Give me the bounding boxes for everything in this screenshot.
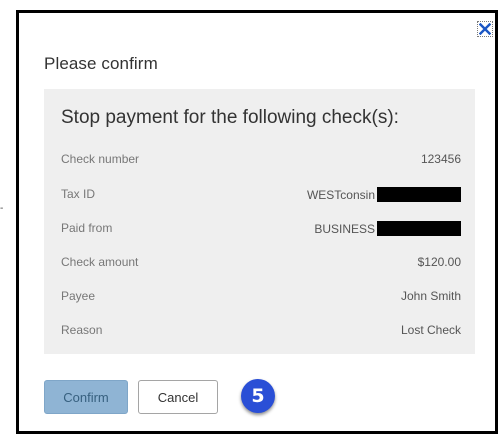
detail-value-text: WESTconsin — [306, 187, 375, 202]
step-number-badge: 5 — [241, 379, 275, 413]
redaction-bar — [377, 221, 461, 236]
detail-row-reason: Reason Lost Check — [61, 323, 461, 339]
check-details-panel: Stop payment for the following check(s):… — [44, 89, 475, 354]
detail-value-text: Lost Check — [400, 323, 461, 337]
detail-label: Check amount — [61, 255, 139, 269]
detail-label: Paid from — [61, 221, 113, 235]
dialog-title: Please confirm — [44, 54, 158, 73]
detail-value: John Smith — [401, 289, 461, 303]
screenshot-stage: - Please confirm Stop payment for the fo… — [0, 0, 502, 438]
close-icon[interactable] — [477, 21, 493, 37]
detail-value: BUSINESS — [314, 221, 461, 236]
detail-row-paid-from: Paid from BUSINESS — [61, 221, 461, 237]
confirm-button[interactable]: Confirm — [44, 380, 128, 414]
detail-value-text: $120.00 — [417, 255, 461, 269]
detail-value-text: BUSINESS — [314, 221, 375, 236]
detail-value: Lost Check — [401, 323, 461, 337]
close-x-glyph — [479, 23, 491, 35]
detail-label: Tax ID — [61, 187, 96, 201]
edge-marker: - — [0, 203, 4, 214]
detail-row-payee: Payee John Smith — [61, 289, 461, 305]
detail-label: Payee — [61, 289, 96, 303]
detail-value: $120.00 — [418, 255, 461, 269]
detail-row-tax-id: Tax ID WESTconsin — [61, 187, 461, 203]
detail-row-check-number: Check number 123456 — [61, 152, 461, 168]
detail-value: WESTconsin — [307, 187, 461, 202]
redaction-bar — [377, 187, 461, 202]
detail-value-text: John Smith — [400, 289, 461, 303]
detail-label: Check number — [61, 152, 140, 166]
detail-value-text: 123456 — [420, 152, 461, 166]
detail-label: Reason — [61, 323, 103, 337]
detail-row-check-amount: Check amount $120.00 — [61, 255, 461, 271]
cancel-button[interactable]: Cancel — [138, 380, 218, 414]
panel-heading: Stop payment for the following check(s): — [61, 107, 399, 128]
detail-value: 123456 — [421, 152, 461, 166]
confirm-dialog: Please confirm Stop payment for the foll… — [16, 10, 498, 434]
